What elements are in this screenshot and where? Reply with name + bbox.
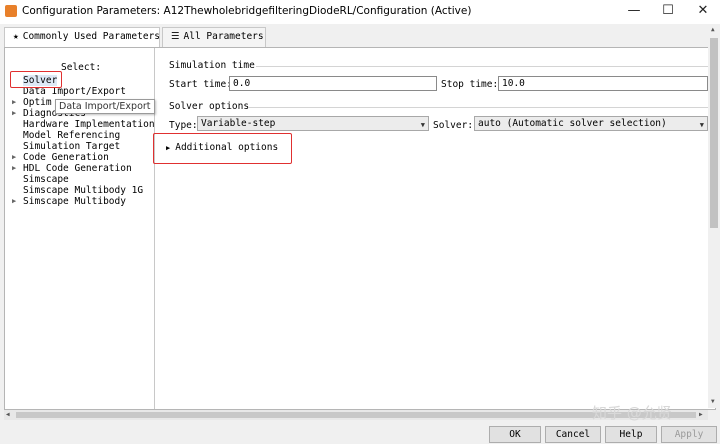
tree-item-label: Simscape Multibody (23, 196, 126, 207)
expand-arrow-icon[interactable]: ▶ (12, 97, 16, 108)
stop-time-label: Stop time: (441, 79, 499, 90)
expand-arrow-icon[interactable]: ▶ (12, 196, 16, 207)
tree-item-model-referencing[interactable]: Model Referencing (5, 130, 155, 141)
tree-item-code-generation[interactable]: ▶ Code Generation (5, 152, 155, 163)
scroll-up-icon[interactable]: ▲ (711, 26, 715, 33)
expand-arrow-icon[interactable]: ▶ (12, 152, 16, 163)
apply-button[interactable]: Apply (661, 426, 717, 443)
maximize-button[interactable]: ☐ (651, 0, 685, 24)
expand-arrow-icon[interactable]: ▶ (12, 108, 16, 119)
tab-all-parameters[interactable]: ☰ All Parameters (162, 27, 266, 47)
help-button[interactable]: Help (605, 426, 657, 443)
tree-item-label: Simscape (23, 174, 69, 185)
solver-type-value: Variable-step (201, 118, 276, 129)
scroll-down-icon[interactable]: ▼ (711, 398, 715, 405)
matlab-app-icon (5, 5, 17, 17)
watermark: 知乎 @允贤 (592, 404, 672, 422)
start-time-label: Start time: (169, 79, 232, 90)
solver-label: Solver: (433, 120, 474, 131)
start-time-input[interactable]: 0.0 (229, 76, 437, 91)
simulation-time-heading: Simulation time (169, 60, 255, 71)
vertical-scrollbar[interactable]: ▲ ▼ (708, 24, 720, 408)
tree-item-simulation-target[interactable]: Simulation Target (5, 141, 155, 152)
title-bar: Configuration Parameters: A12Thewholebri… (0, 0, 720, 24)
tab-label: Commonly Used Parameters (22, 31, 161, 42)
minimize-button[interactable]: — (617, 0, 651, 24)
tree-item-label: HDL Code Generation (23, 163, 132, 174)
tree-item-hdl-code-generation[interactable]: ▶ HDL Code Generation (5, 163, 155, 174)
chevron-down-icon: ▼ (699, 121, 704, 129)
ok-button[interactable]: OK (489, 426, 541, 443)
section-divider (248, 107, 708, 108)
solver-options-heading: Solver options (169, 101, 250, 112)
scrollbar-thumb[interactable] (710, 38, 718, 228)
tree-item-label: Hardware Implementation (23, 119, 155, 130)
solver-type-select[interactable]: Variable-step ▼ (197, 116, 429, 131)
tree-item-simscape-multibody[interactable]: ▶ Simscape Multibody (5, 196, 155, 207)
additional-options-highlight-box (153, 133, 292, 164)
tree-item-label: Code Generation (23, 152, 109, 163)
select-label: Select: (61, 62, 102, 73)
solver-select[interactable]: auto (Automatic solver selection) ▼ (474, 116, 708, 131)
tree-item-label: Optim (23, 97, 52, 108)
expand-arrow-icon[interactable]: ▶ (12, 163, 16, 174)
window-title: Configuration Parameters: A12Thewholebri… (22, 5, 472, 17)
tooltip-data-import-export: Data Import/Export (55, 99, 155, 114)
tree-item-label: Simulation Target (23, 141, 121, 152)
tree-item-simscape[interactable]: Simscape (5, 174, 155, 185)
star-icon: ★ (13, 31, 19, 42)
solver-value: auto (Automatic solver selection) (478, 118, 667, 129)
scroll-right-icon[interactable]: ▶ (699, 411, 703, 418)
solver-highlight-box (10, 71, 62, 88)
chevron-down-icon: ▼ (420, 121, 425, 129)
tab-label: All Parameters (183, 31, 264, 42)
tree-item-hardware-implementation[interactable]: Hardware Implementation (5, 119, 155, 130)
cancel-button[interactable]: Cancel (545, 426, 601, 443)
close-button[interactable]: ✕ (686, 0, 720, 24)
scroll-left-icon[interactable]: ◀ (6, 411, 10, 418)
category-tree: Select: Solver Data Import/Export ▶ Opti… (5, 48, 155, 409)
main-panel: Select: Solver Data Import/Export ▶ Opti… (4, 47, 716, 410)
tree-item-label: Model Referencing (23, 130, 121, 141)
type-label: Type: (169, 120, 198, 131)
tab-commonly-used-parameters[interactable]: ★ Commonly Used Parameters (4, 27, 160, 48)
stop-time-input[interactable]: 10.0 (498, 76, 708, 91)
tree-item-simscape-multibody-1g[interactable]: Simscape Multibody 1G (5, 185, 155, 196)
list-icon: ☰ (171, 31, 180, 42)
tab-bar: ★ Commonly Used Parameters ☰ All Parameter… (0, 27, 720, 48)
solver-settings-pane: Simulation time Start time: 0.0 Stop tim… (153, 48, 716, 409)
tree-item-label: Simscape Multibody 1G (23, 185, 144, 196)
section-divider (256, 66, 708, 67)
